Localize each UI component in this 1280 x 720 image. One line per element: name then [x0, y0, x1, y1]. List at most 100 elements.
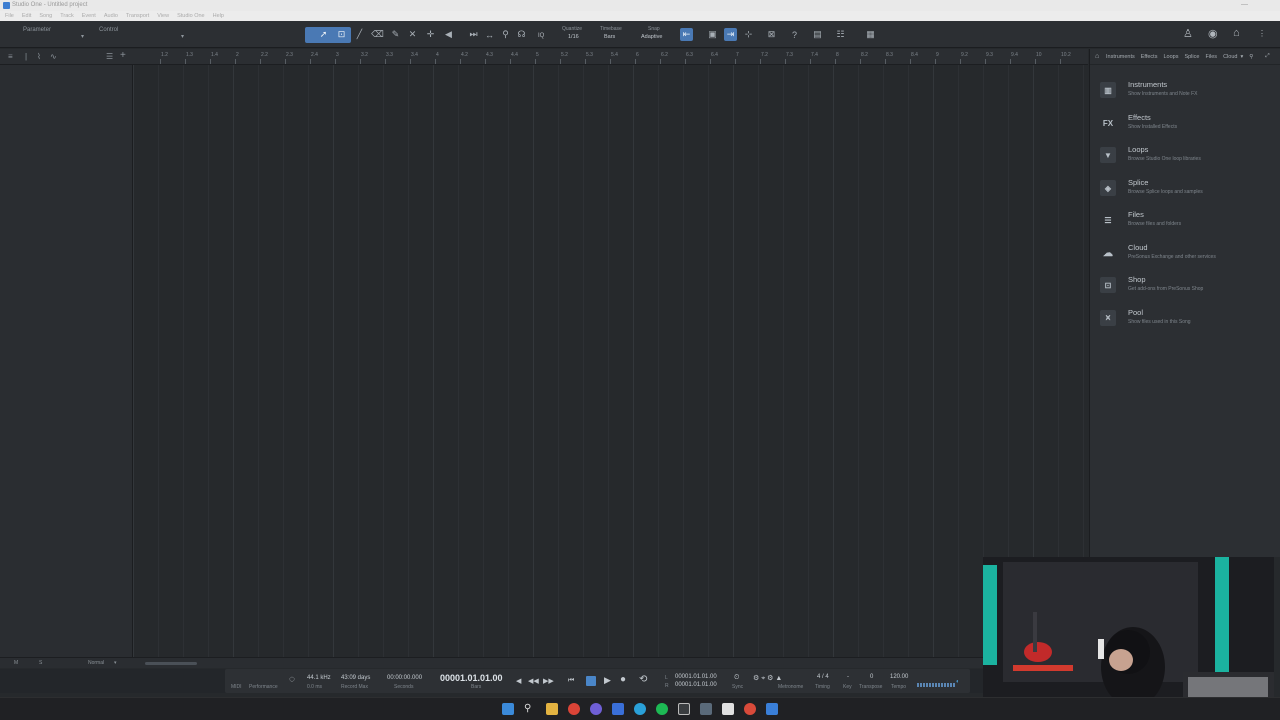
nudge-tool-icon[interactable]: ⏭: [467, 28, 480, 41]
grid-view-icon[interactable]: ☷: [834, 28, 847, 41]
position-display[interactable]: 00001.01.01.00: [440, 673, 503, 683]
track-mode-dropdown-icon[interactable]: ▾: [114, 660, 117, 666]
telegram-icon[interactable]: [634, 703, 646, 715]
app-icon-5[interactable]: [722, 703, 734, 715]
chrome-icon[interactable]: [568, 703, 580, 715]
output-icon[interactable]: ◐: [956, 679, 960, 685]
track-options-icon[interactable]: ☰: [106, 52, 113, 61]
solo-all-button[interactable]: S: [39, 660, 42, 666]
menu-audio[interactable]: Audio: [104, 13, 118, 19]
app-icon-2[interactable]: [612, 703, 624, 715]
loop-left-value[interactable]: 00001.01.01.00: [675, 674, 717, 680]
spotify-icon[interactable]: [656, 703, 668, 715]
loop-icon[interactable]: ⟲: [639, 674, 647, 685]
menu-edit[interactable]: Edit: [22, 13, 31, 19]
split-tool-icon[interactable]: ╱: [353, 28, 366, 41]
zoom-tool-icon[interactable]: ⚲: [499, 28, 512, 41]
search-icon[interactable]: ⚲: [524, 703, 536, 715]
window-controls-icon[interactable]: ⋮: [1258, 29, 1266, 38]
tab-more-icon[interactable]: ▾: [1240, 54, 1243, 60]
key-value[interactable]: -: [847, 674, 849, 680]
browser-expand-icon[interactable]: ⤢: [1265, 53, 1269, 60]
envelope-icon[interactable]: ∿: [50, 52, 57, 61]
tab-splice[interactable]: Splice: [1184, 54, 1199, 60]
menu-transport[interactable]: Transport: [126, 13, 149, 19]
parameter-dropdown-icon[interactable]: ▾: [81, 33, 84, 40]
cursor-follow-icon[interactable]: ⊹: [742, 28, 755, 41]
arrow-tool-icon[interactable]: ➚: [317, 28, 330, 41]
app-icon-3[interactable]: [678, 703, 690, 715]
browser-search-icon[interactable]: ⚲: [1249, 54, 1253, 60]
app-icon-6[interactable]: [744, 703, 756, 715]
track-list-menu-icon[interactable]: ≡: [8, 52, 13, 61]
autoscroll-icon[interactable]: ▣: [706, 28, 719, 41]
mute-all-button[interactable]: M: [14, 660, 18, 666]
presonus-icon[interactable]: ◉: [1208, 27, 1218, 40]
editor-view-icon[interactable]: ▤: [811, 28, 824, 41]
menu-event[interactable]: Event: [82, 13, 96, 19]
tab-loops[interactable]: Loops: [1163, 54, 1178, 60]
tab-effects[interactable]: Effects: [1141, 54, 1158, 60]
browser-item-effects[interactable]: FX Effects Show Installed Effects: [1100, 113, 1275, 141]
snap-toggle-icon[interactable]: ⇤: [680, 28, 693, 41]
rewind-start-icon[interactable]: ◀: [516, 677, 521, 685]
start-icon[interactable]: [502, 703, 514, 715]
arrange-view[interactable]: [133, 65, 1088, 657]
studio-one-taskbar-icon[interactable]: [766, 703, 778, 715]
eraser-tool-icon[interactable]: ⌫: [371, 28, 384, 41]
metronome-settings-icon[interactable]: ⚙ ⌖ ⚙ ▲: [753, 674, 782, 683]
snap-value[interactable]: Adaptive: [641, 34, 662, 40]
menu-view[interactable]: View: [157, 13, 169, 19]
file-explorer-icon[interactable]: [546, 703, 558, 715]
performance-meter-icon[interactable]: ◌: [289, 674, 295, 685]
user-icon[interactable]: ♙: [1183, 27, 1193, 40]
timebase-value[interactable]: Bars: [604, 34, 615, 40]
browser-item-files[interactable]: ☰ Files Browse files and folders: [1100, 210, 1275, 238]
browser-item-shop[interactable]: ⊡ Shop Get add-ons from PreSonus Shop: [1100, 275, 1275, 303]
track-inspector-icon[interactable]: |: [25, 52, 27, 61]
app-icon-4[interactable]: [700, 703, 712, 715]
mute-tool-icon[interactable]: ✕: [406, 28, 419, 41]
menu-studio-one[interactable]: Studio One: [177, 13, 205, 19]
control-dropdown-icon[interactable]: ▾: [181, 33, 184, 40]
sync-icon[interactable]: ⏲: [734, 674, 739, 682]
horizontal-scrollbar[interactable]: [145, 662, 197, 665]
fit-tool-icon[interactable]: ↔: [483, 28, 496, 41]
timeline-ruler[interactable]: 1.2 1.3 1.4 2 2.2 2.3 2.4 3 3.2 3.3 3.4 4 4.2 4.3 4.4 5…: [133, 49, 1088, 65]
expand-icon[interactable]: ⊠: [765, 28, 778, 41]
menu-help[interactable]: Help: [213, 13, 224, 19]
home-icon[interactable]: ⌂: [1233, 27, 1240, 39]
menu-song[interactable]: Song: [39, 13, 52, 19]
range-tool-icon[interactable]: ⊡: [335, 28, 348, 41]
bend-tool-icon[interactable]: ✛: [424, 28, 437, 41]
browser-item-instruments[interactable]: ▥ Instruments Show Instruments and Note …: [1100, 80, 1275, 108]
add-track-icon[interactable]: +: [120, 50, 126, 61]
iq-label[interactable]: IQ: [538, 33, 544, 39]
help-icon[interactable]: ?: [788, 28, 801, 41]
browser-item-pool[interactable]: ⩙ Pool Show files used in this Song: [1100, 308, 1275, 336]
listen-tool-icon[interactable]: ◀: [442, 28, 455, 41]
quantize-value[interactable]: 1/16: [568, 34, 579, 40]
timing-value[interactable]: 4 / 4: [817, 674, 829, 680]
tab-instruments[interactable]: Instruments: [1106, 54, 1135, 60]
tab-cloud[interactable]: Cloud: [1223, 54, 1237, 60]
tempo-value[interactable]: 120.00: [890, 674, 908, 680]
scrub-tool-icon[interactable]: ☊: [515, 28, 528, 41]
stop-button[interactable]: [586, 676, 596, 686]
fast-forward-icon[interactable]: ▶▶: [543, 677, 554, 685]
record-icon[interactable]: ●: [620, 674, 626, 685]
automation-icon[interactable]: ⌇: [37, 52, 41, 61]
track-mode-select[interactable]: Normal: [88, 660, 104, 666]
rewind-icon[interactable]: ◀◀: [528, 677, 539, 685]
play-icon[interactable]: ▶: [604, 675, 611, 686]
tab-files[interactable]: Files: [1205, 54, 1217, 60]
menu-track[interactable]: Track: [60, 13, 74, 19]
browser-item-cloud[interactable]: ☁ Cloud PreSonus Exchange and other serv…: [1100, 243, 1275, 271]
loop-right-value[interactable]: 00001.01.01.00: [675, 682, 717, 688]
menu-file[interactable]: File: [5, 13, 14, 19]
transpose-value[interactable]: 0: [870, 674, 873, 680]
return-to-zero-icon[interactable]: ⏮: [568, 677, 574, 685]
app-icon-1[interactable]: [590, 703, 602, 715]
paint-tool-icon[interactable]: ✎: [389, 28, 402, 41]
layout-view-icon[interactable]: ▦: [864, 28, 877, 41]
